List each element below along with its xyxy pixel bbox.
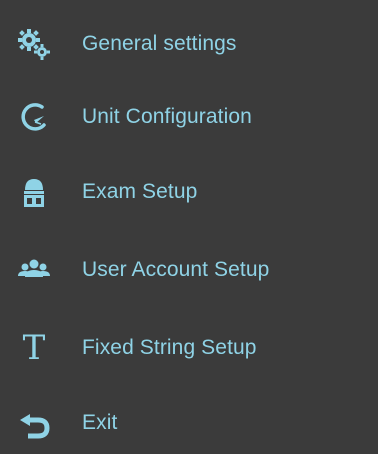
exam-bed-icon [16, 174, 52, 210]
menu-item-fixed-string-setup[interactable]: T Fixed String Setup [0, 318, 378, 378]
menu-item-exit[interactable]: Exit [0, 393, 378, 453]
menu-item-exam-setup[interactable]: Exam Setup [0, 162, 378, 222]
menu-item-label: Fixed String Setup [82, 336, 257, 359]
exit-arrow-icon [16, 405, 52, 441]
menu-item-label: Exam Setup [82, 180, 198, 203]
menu-item-label: General settings [82, 32, 237, 55]
gears-icon [16, 26, 52, 62]
menu-item-user-account-setup[interactable]: User Account Setup [0, 240, 378, 300]
text-t-icon: T [22, 328, 46, 368]
menu-item-unit-configuration[interactable]: Unit Configuration [0, 87, 378, 147]
settings-menu: General settings Unit Configuration Exam… [0, 0, 378, 454]
gauge-icon [16, 99, 52, 135]
menu-item-label: Exit [82, 411, 118, 434]
menu-item-label: Unit Configuration [82, 105, 252, 128]
users-icon [16, 252, 52, 288]
menu-item-general-settings[interactable]: General settings [0, 14, 378, 74]
menu-item-label: User Account Setup [82, 258, 270, 281]
